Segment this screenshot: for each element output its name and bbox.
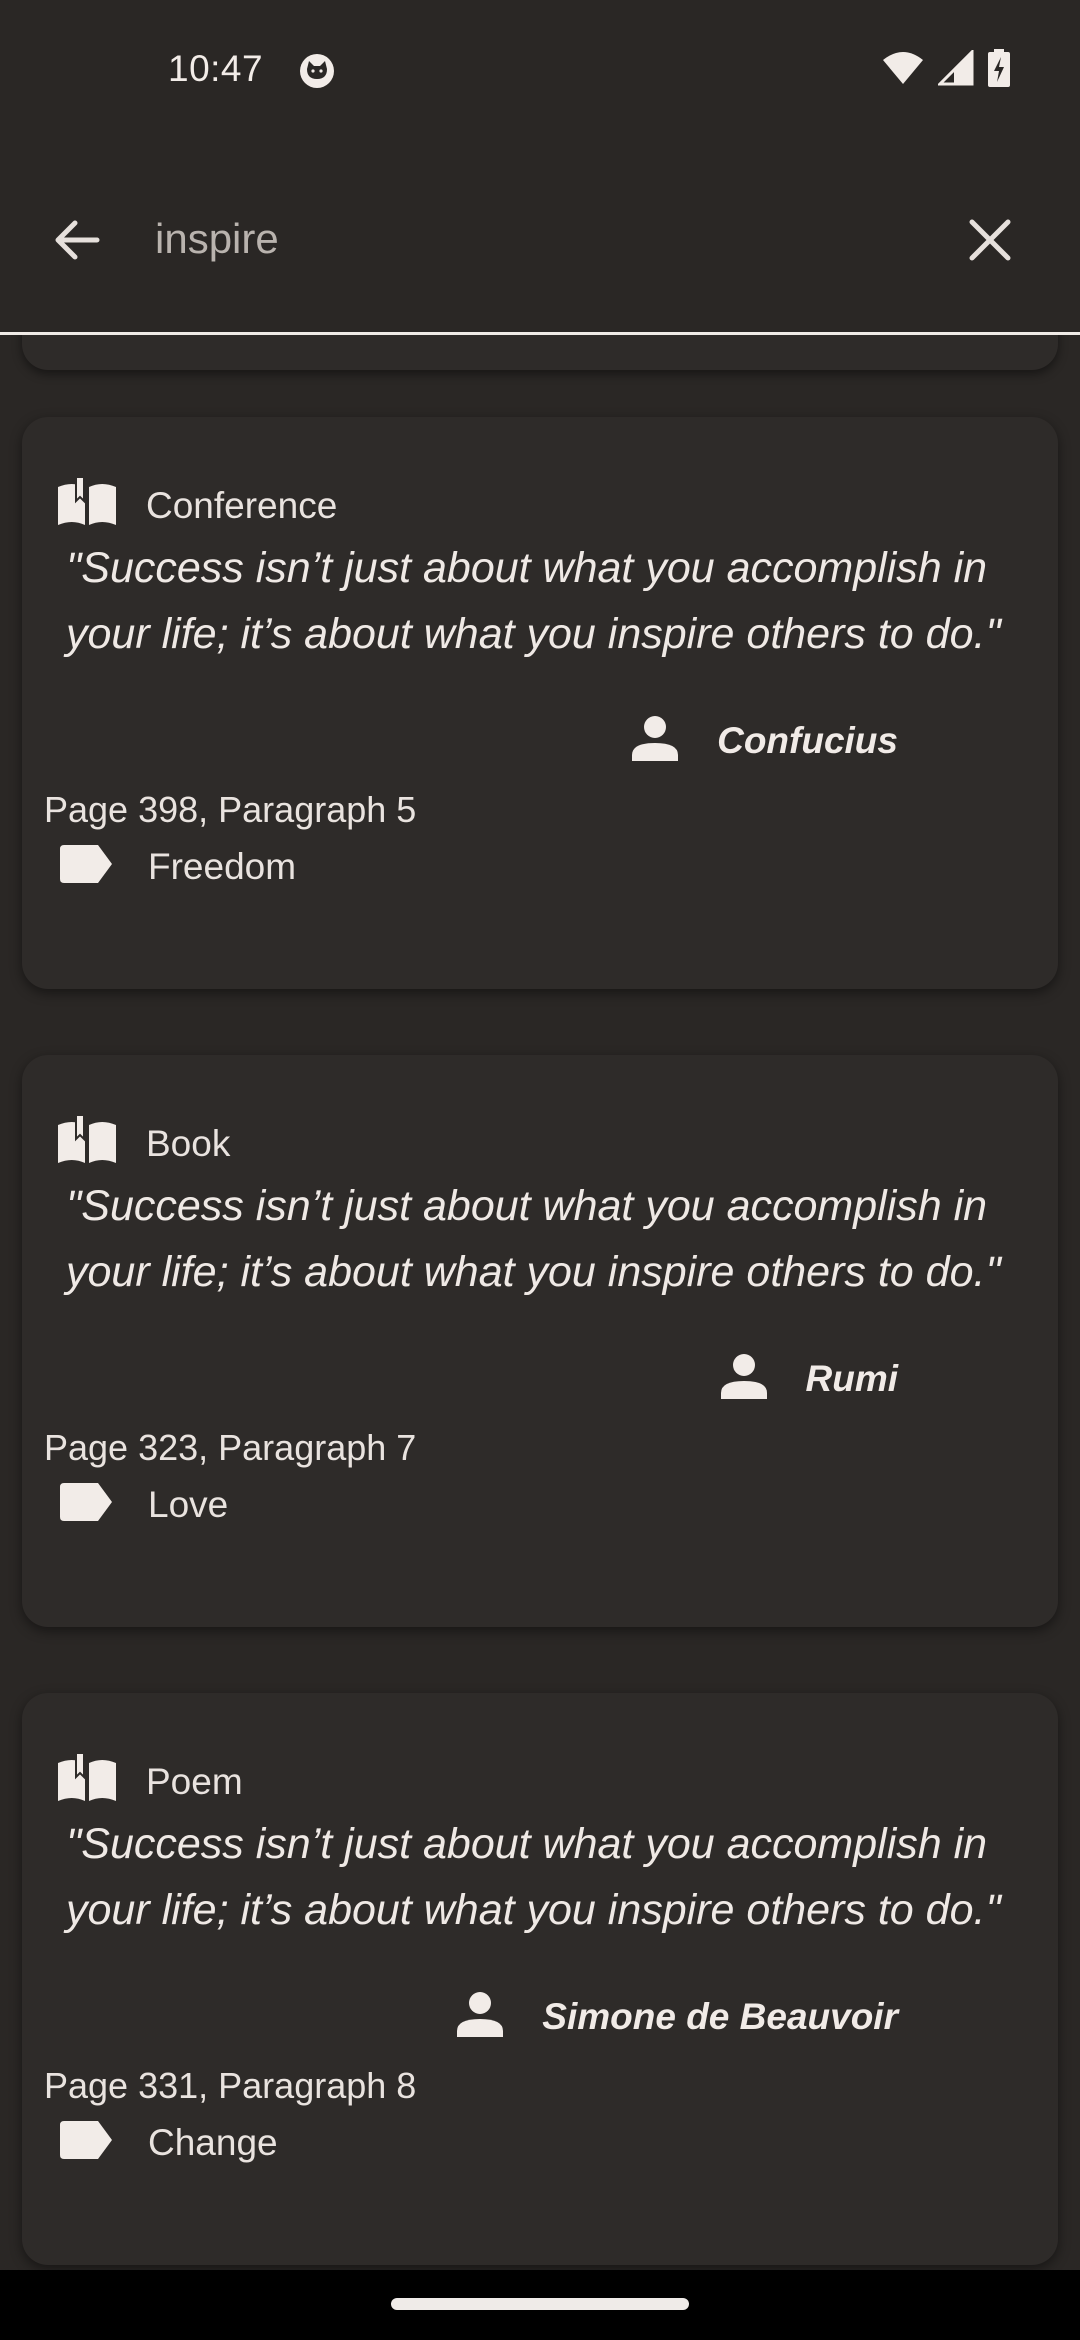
source-type: Conference: [56, 476, 338, 534]
tag-label: Love: [148, 1483, 229, 1525]
tag-label: Freedom: [148, 845, 297, 887]
open-book-icon: [56, 476, 118, 534]
cat-face-icon: [298, 52, 336, 90]
results-list[interactable]: Conference "Success isn’t just about wha…: [0, 335, 1080, 2270]
open-book-icon: [56, 1114, 118, 1172]
back-button[interactable]: [36, 202, 116, 282]
status-bar: 10:47: [0, 0, 1080, 140]
quote-text: "Success isn’t just about what you accom…: [66, 544, 1001, 658]
author-name: Simone de Beauvoir: [542, 1995, 898, 2037]
source-type-label: Conference: [146, 484, 338, 526]
person-icon: [720, 1353, 768, 1404]
battery-charging-icon: [988, 48, 1010, 92]
tag[interactable]: Love: [60, 1483, 228, 1526]
source-type-label: Poem: [146, 1760, 243, 1802]
wifi-icon: [882, 51, 924, 90]
page-reference: Page 331, Paragraph 8: [44, 2065, 417, 2106]
result-card-partial[interactable]: [22, 335, 1058, 370]
label-tag-icon: [60, 1483, 112, 1526]
search-input[interactable]: [155, 204, 935, 274]
quote-text: "Success isn’t just about what you accom…: [66, 1182, 1001, 1296]
home-gesture-handle[interactable]: [391, 2298, 689, 2310]
page-reference: Page 398, Paragraph 5: [44, 789, 417, 830]
screen: 10:47 inspire Conference "Success isn’t …: [0, 0, 1080, 2340]
person-icon: [456, 1991, 504, 2042]
source-type: Poem: [56, 1752, 243, 1810]
person-icon: [631, 715, 679, 766]
tag[interactable]: Freedom: [60, 845, 296, 888]
search-app-bar: [0, 140, 1080, 335]
page-reference: Page 323, Paragraph 7: [44, 1427, 417, 1468]
status-icons: [882, 47, 1010, 92]
quote-text: "Success isn’t just about what you accom…: [66, 1820, 1001, 1934]
author-name: Confucius: [717, 719, 898, 761]
navigation-bar: [0, 2270, 1080, 2340]
source-type: Book: [56, 1114, 231, 1172]
status-time: 10:47: [168, 48, 264, 89]
author[interactable]: Confucius: [631, 715, 898, 766]
tag-label: Change: [148, 2121, 278, 2163]
author-name: Rumi: [805, 1357, 899, 1399]
result-card[interactable]: Poem "Success isn’t just about what you …: [22, 1693, 1058, 2265]
signal-icon: [936, 47, 974, 91]
source-type-label: Book: [146, 1122, 231, 1164]
result-card[interactable]: Book "Success isn’t just about what you …: [22, 1055, 1058, 1627]
open-book-icon: [56, 1752, 118, 1810]
label-tag-icon: [60, 2121, 112, 2164]
author[interactable]: Simone de Beauvoir: [456, 1991, 898, 2042]
author[interactable]: Rumi: [720, 1353, 899, 1404]
result-card[interactable]: Conference "Success isn’t just about wha…: [22, 417, 1058, 989]
clear-search-button[interactable]: [950, 202, 1030, 282]
close-icon: [968, 218, 1012, 267]
tag[interactable]: Change: [60, 2121, 278, 2164]
label-tag-icon: [60, 845, 112, 888]
arrow-back-icon: [51, 215, 101, 270]
